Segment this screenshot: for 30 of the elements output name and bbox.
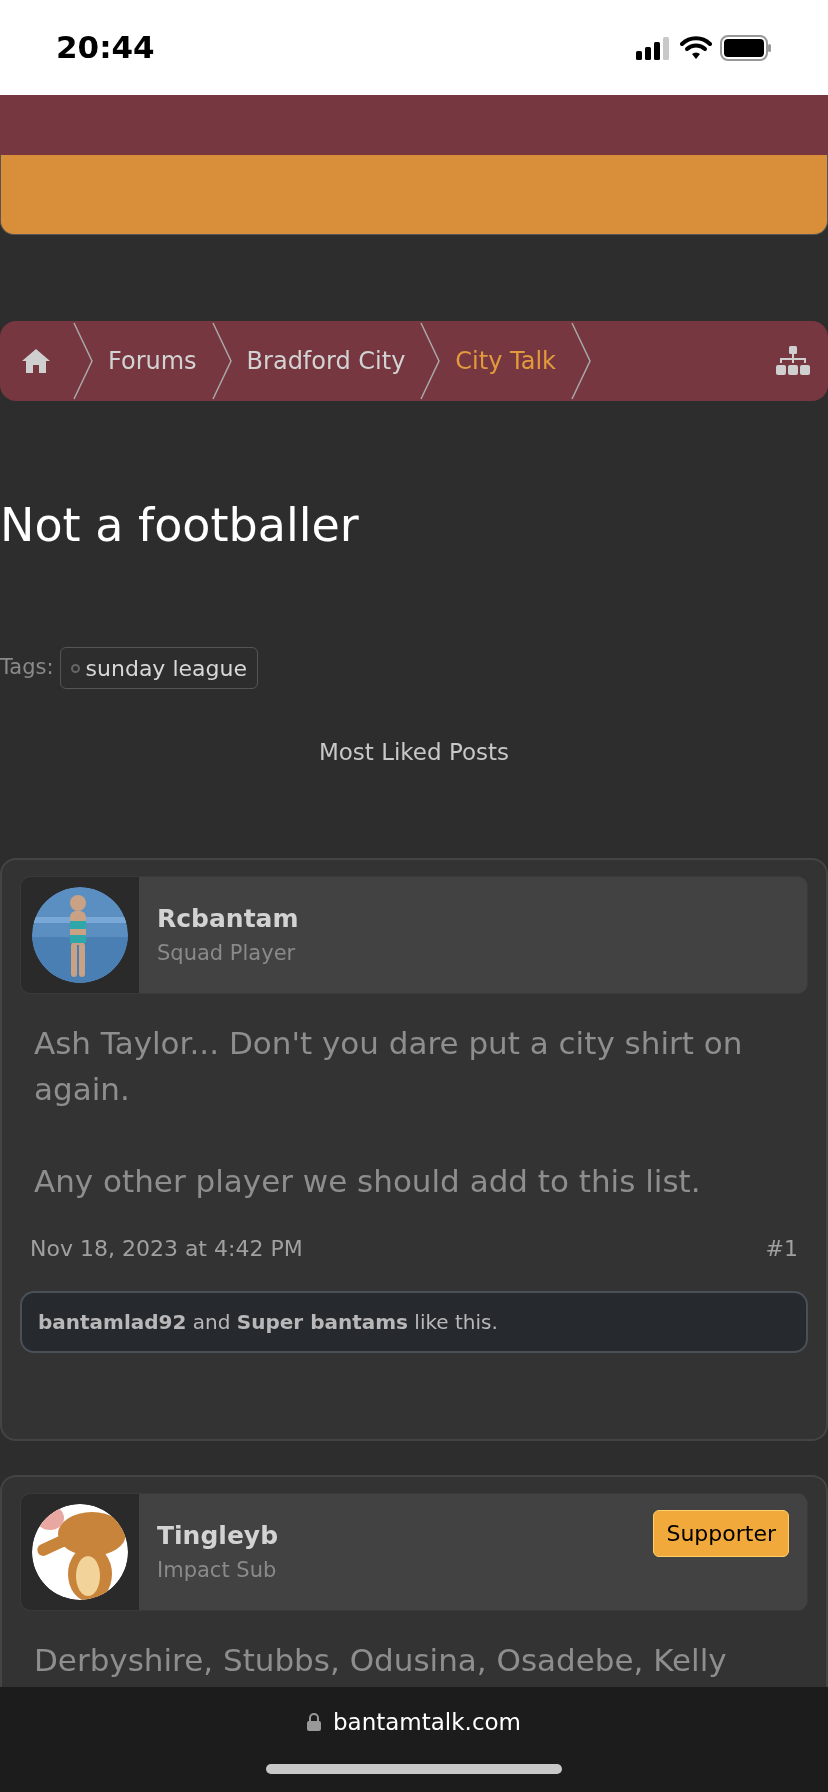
- sitemap-icon[interactable]: [776, 346, 810, 376]
- breadcrumb-link[interactable]: City Talk: [441, 343, 570, 379]
- likes-summary: bantamlad92 and Super bantams like this.: [20, 1290, 808, 1353]
- username[interactable]: Tingleyb: [157, 1517, 636, 1555]
- username[interactable]: Rcbantam: [157, 900, 789, 938]
- status-time: 20:44: [56, 28, 155, 68]
- post-text: Ash Taylor... Don't you dare put a city shirt on again.: [34, 1023, 744, 1109]
- chevron-separator-icon: [419, 321, 442, 401]
- tags-label: Tags:: [0, 654, 54, 682]
- user-badge: Supporter: [653, 1509, 789, 1557]
- user-role: Squad Player: [157, 939, 297, 967]
- home-icon[interactable]: [21, 348, 51, 374]
- post-number[interactable]: #1: [765, 1231, 798, 1265]
- user-role: Impact Sub: [157, 1556, 278, 1584]
- battery-icon: [720, 34, 772, 61]
- breadcrumb-link[interactable]: Forums: [94, 343, 211, 379]
- breadcrumb-link[interactable]: Bradford City: [232, 343, 420, 379]
- wifi-icon: [680, 35, 712, 60]
- lock-icon: [306, 1713, 321, 1732]
- section-heading: Most Liked Posts: [318, 738, 510, 767]
- chevron-separator-icon: [210, 321, 233, 401]
- url-text[interactable]: bantamtalk.com: [332, 1705, 521, 1740]
- chevron-separator-icon: [570, 321, 592, 401]
- post-date[interactable]: Nov 18, 2023 at 4:42 PM: [30, 1231, 303, 1265]
- post-text: Any other player we should add to this list.: [34, 1161, 702, 1201]
- signal-icon: [636, 35, 672, 60]
- chevron-separator-icon: [72, 321, 94, 401]
- tag-chip[interactable]: sunday league: [59, 647, 258, 689]
- post-text: Derbyshire, Stubbs, Odusina, Osadebe, Kelly: [34, 1640, 728, 1680]
- thread-title: Not a footballer: [0, 497, 360, 553]
